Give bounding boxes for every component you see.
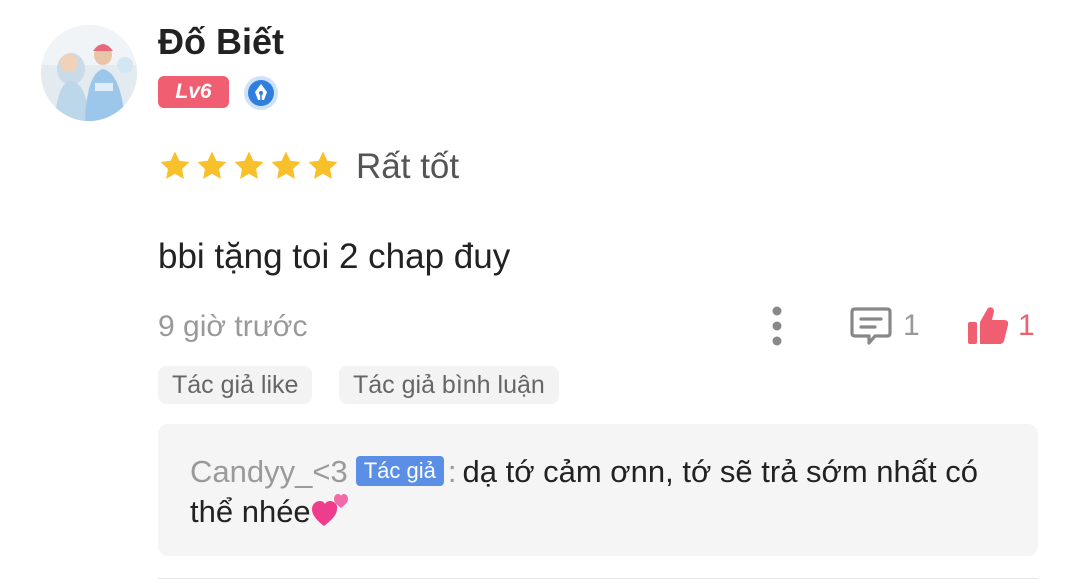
star-rating [158, 148, 340, 188]
star-icon [271, 151, 301, 179]
reply-content: Candyy_<3 Tác giả: dạ tớ cảm ơnn, tớ sẽ tr… [190, 452, 1010, 532]
star-icon [160, 151, 190, 179]
more-vertical-icon [772, 306, 782, 346]
username[interactable]: Đố Biết [158, 20, 284, 64]
more-options-button[interactable] [760, 303, 794, 349]
pen-nib-badge-icon [243, 75, 279, 111]
author-like-tag: Tác giả like [158, 366, 313, 404]
author-reply[interactable]: Candyy_<3 Tác giả: dạ tớ cảm ơnn, tớ sẽ tr… [158, 424, 1038, 556]
star-icon [197, 151, 227, 179]
like-count: 1 [1018, 309, 1035, 342]
comment-count: 1 [903, 309, 920, 342]
author-comment-tag: Tác giả bình luận [339, 366, 559, 404]
reply-separator: : [447, 454, 457, 489]
comment-button[interactable]: 1 [849, 304, 920, 348]
thumbs-up-icon [968, 307, 1009, 344]
star-icon [234, 151, 264, 179]
rating-label: Rất tốt [356, 147, 460, 186]
review-text: bbi tặng toi 2 chap đuy [158, 237, 511, 276]
reply-author-name[interactable]: Candyy_<3 [190, 454, 348, 489]
author-badge: Tác giả [355, 456, 444, 486]
like-button[interactable]: 1 [966, 303, 1035, 349]
star-icon [308, 151, 338, 179]
user-avatar[interactable] [41, 25, 137, 121]
level-badge: Lv6 [158, 76, 229, 108]
comment-icon [850, 307, 892, 345]
two-hearts-icon [311, 494, 348, 526]
divider [158, 578, 1038, 579]
review-card: Đố Biết Lv6 Rất tốt bbi tặng toi 2 chap … [0, 0, 1080, 585]
review-timestamp: 9 giờ trước [158, 310, 308, 343]
